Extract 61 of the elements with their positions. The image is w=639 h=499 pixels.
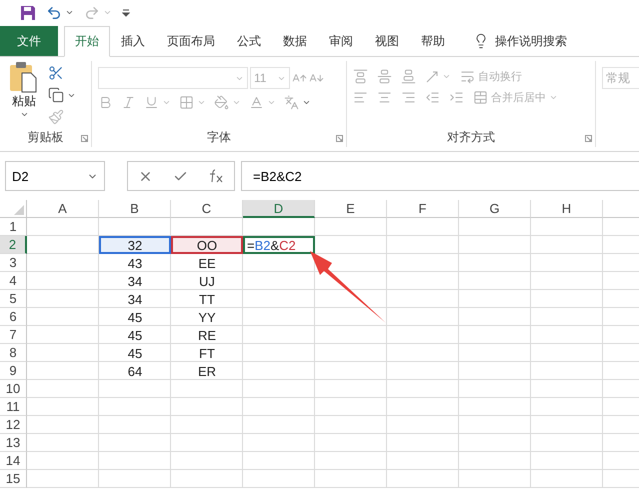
align-right-icon[interactable] (401, 90, 416, 105)
group-label: 对齐方式 (446, 129, 496, 146)
table-cell-text: RE (196, 326, 218, 344)
table-cell-text: 45 (126, 326, 144, 344)
dialog-launcher-icon[interactable] (336, 135, 343, 142)
caret-icon[interactable] (302, 98, 311, 107)
increase-indent-icon[interactable] (449, 90, 464, 105)
italic-icon[interactable] (121, 95, 136, 110)
paste-button[interactable]: 粘贴 (6, 61, 42, 129)
insert-function-icon[interactable] (208, 169, 224, 183)
group-label: 剪贴板 (26, 129, 64, 146)
cut-icon[interactable] (48, 65, 64, 81)
wrap-text-icon[interactable] (460, 69, 475, 84)
dialog-launcher-icon[interactable] (585, 135, 592, 142)
name-box[interactable]: D2 (5, 161, 105, 191)
table-cell-text: 45 (126, 344, 144, 362)
format-painter-icon[interactable] (48, 109, 64, 125)
font-color-icon[interactable] (249, 95, 264, 110)
active-cell[interactable]: =B2&C2 (243, 236, 315, 254)
table-cell-text: FT (198, 344, 216, 362)
font-name-field[interactable] (98, 67, 248, 89)
underline-icon[interactable] (144, 95, 159, 110)
customize-icon[interactable] (122, 8, 130, 16)
orientation-icon[interactable] (425, 70, 439, 84)
caret-icon[interactable] (20, 110, 28, 119)
caret-icon[interactable] (65, 8, 74, 17)
table-cell-text: UJ (198, 272, 216, 290)
undo-icon[interactable] (46, 4, 62, 20)
referenced-cell: 32 (99, 236, 171, 254)
save-icon[interactable] (20, 4, 36, 20)
redo-icon[interactable] (84, 4, 100, 20)
borders-icon[interactable] (179, 95, 194, 110)
merge-cells-icon[interactable] (473, 90, 488, 105)
triangle-icon (14, 205, 24, 215)
formula-field[interactable]: =B2&C2 (241, 161, 639, 191)
middle-align-icon[interactable] (377, 69, 392, 84)
clipboard-icon (9, 61, 39, 93)
table-cell-text: 34 (126, 272, 144, 290)
copy-icon[interactable] (48, 87, 64, 103)
referenced-cell: OO (171, 236, 243, 254)
align-left-icon[interactable] (353, 90, 368, 105)
bottom-align-icon[interactable] (401, 69, 416, 84)
fill-color-icon[interactable] (214, 95, 229, 110)
dialog-launcher-icon[interactable] (81, 135, 88, 142)
table-cell-text: 64 (126, 362, 144, 380)
ribbon-tab[interactable]: 开始 (64, 26, 110, 57)
top-align-icon[interactable] (353, 69, 368, 84)
row-header[interactable]: 2 (0, 236, 27, 254)
decrease-indent-icon[interactable] (425, 90, 440, 105)
table-cell-text: TT (198, 290, 216, 308)
file-tab[interactable]: 文件 (0, 26, 58, 56)
table-cell-text: 34 (126, 290, 144, 308)
group-label: 字体 (206, 129, 232, 146)
table-cell-text: 43 (126, 254, 144, 272)
select-all-corner[interactable] (0, 200, 27, 218)
table-cell-text: ER (196, 362, 218, 380)
table-cell-text: YY (197, 308, 217, 326)
table-cell-text: EE (197, 254, 217, 272)
column-header[interactable]: D (243, 200, 315, 218)
align-center-icon[interactable] (377, 90, 392, 105)
table-cell-text: 45 (126, 308, 144, 326)
